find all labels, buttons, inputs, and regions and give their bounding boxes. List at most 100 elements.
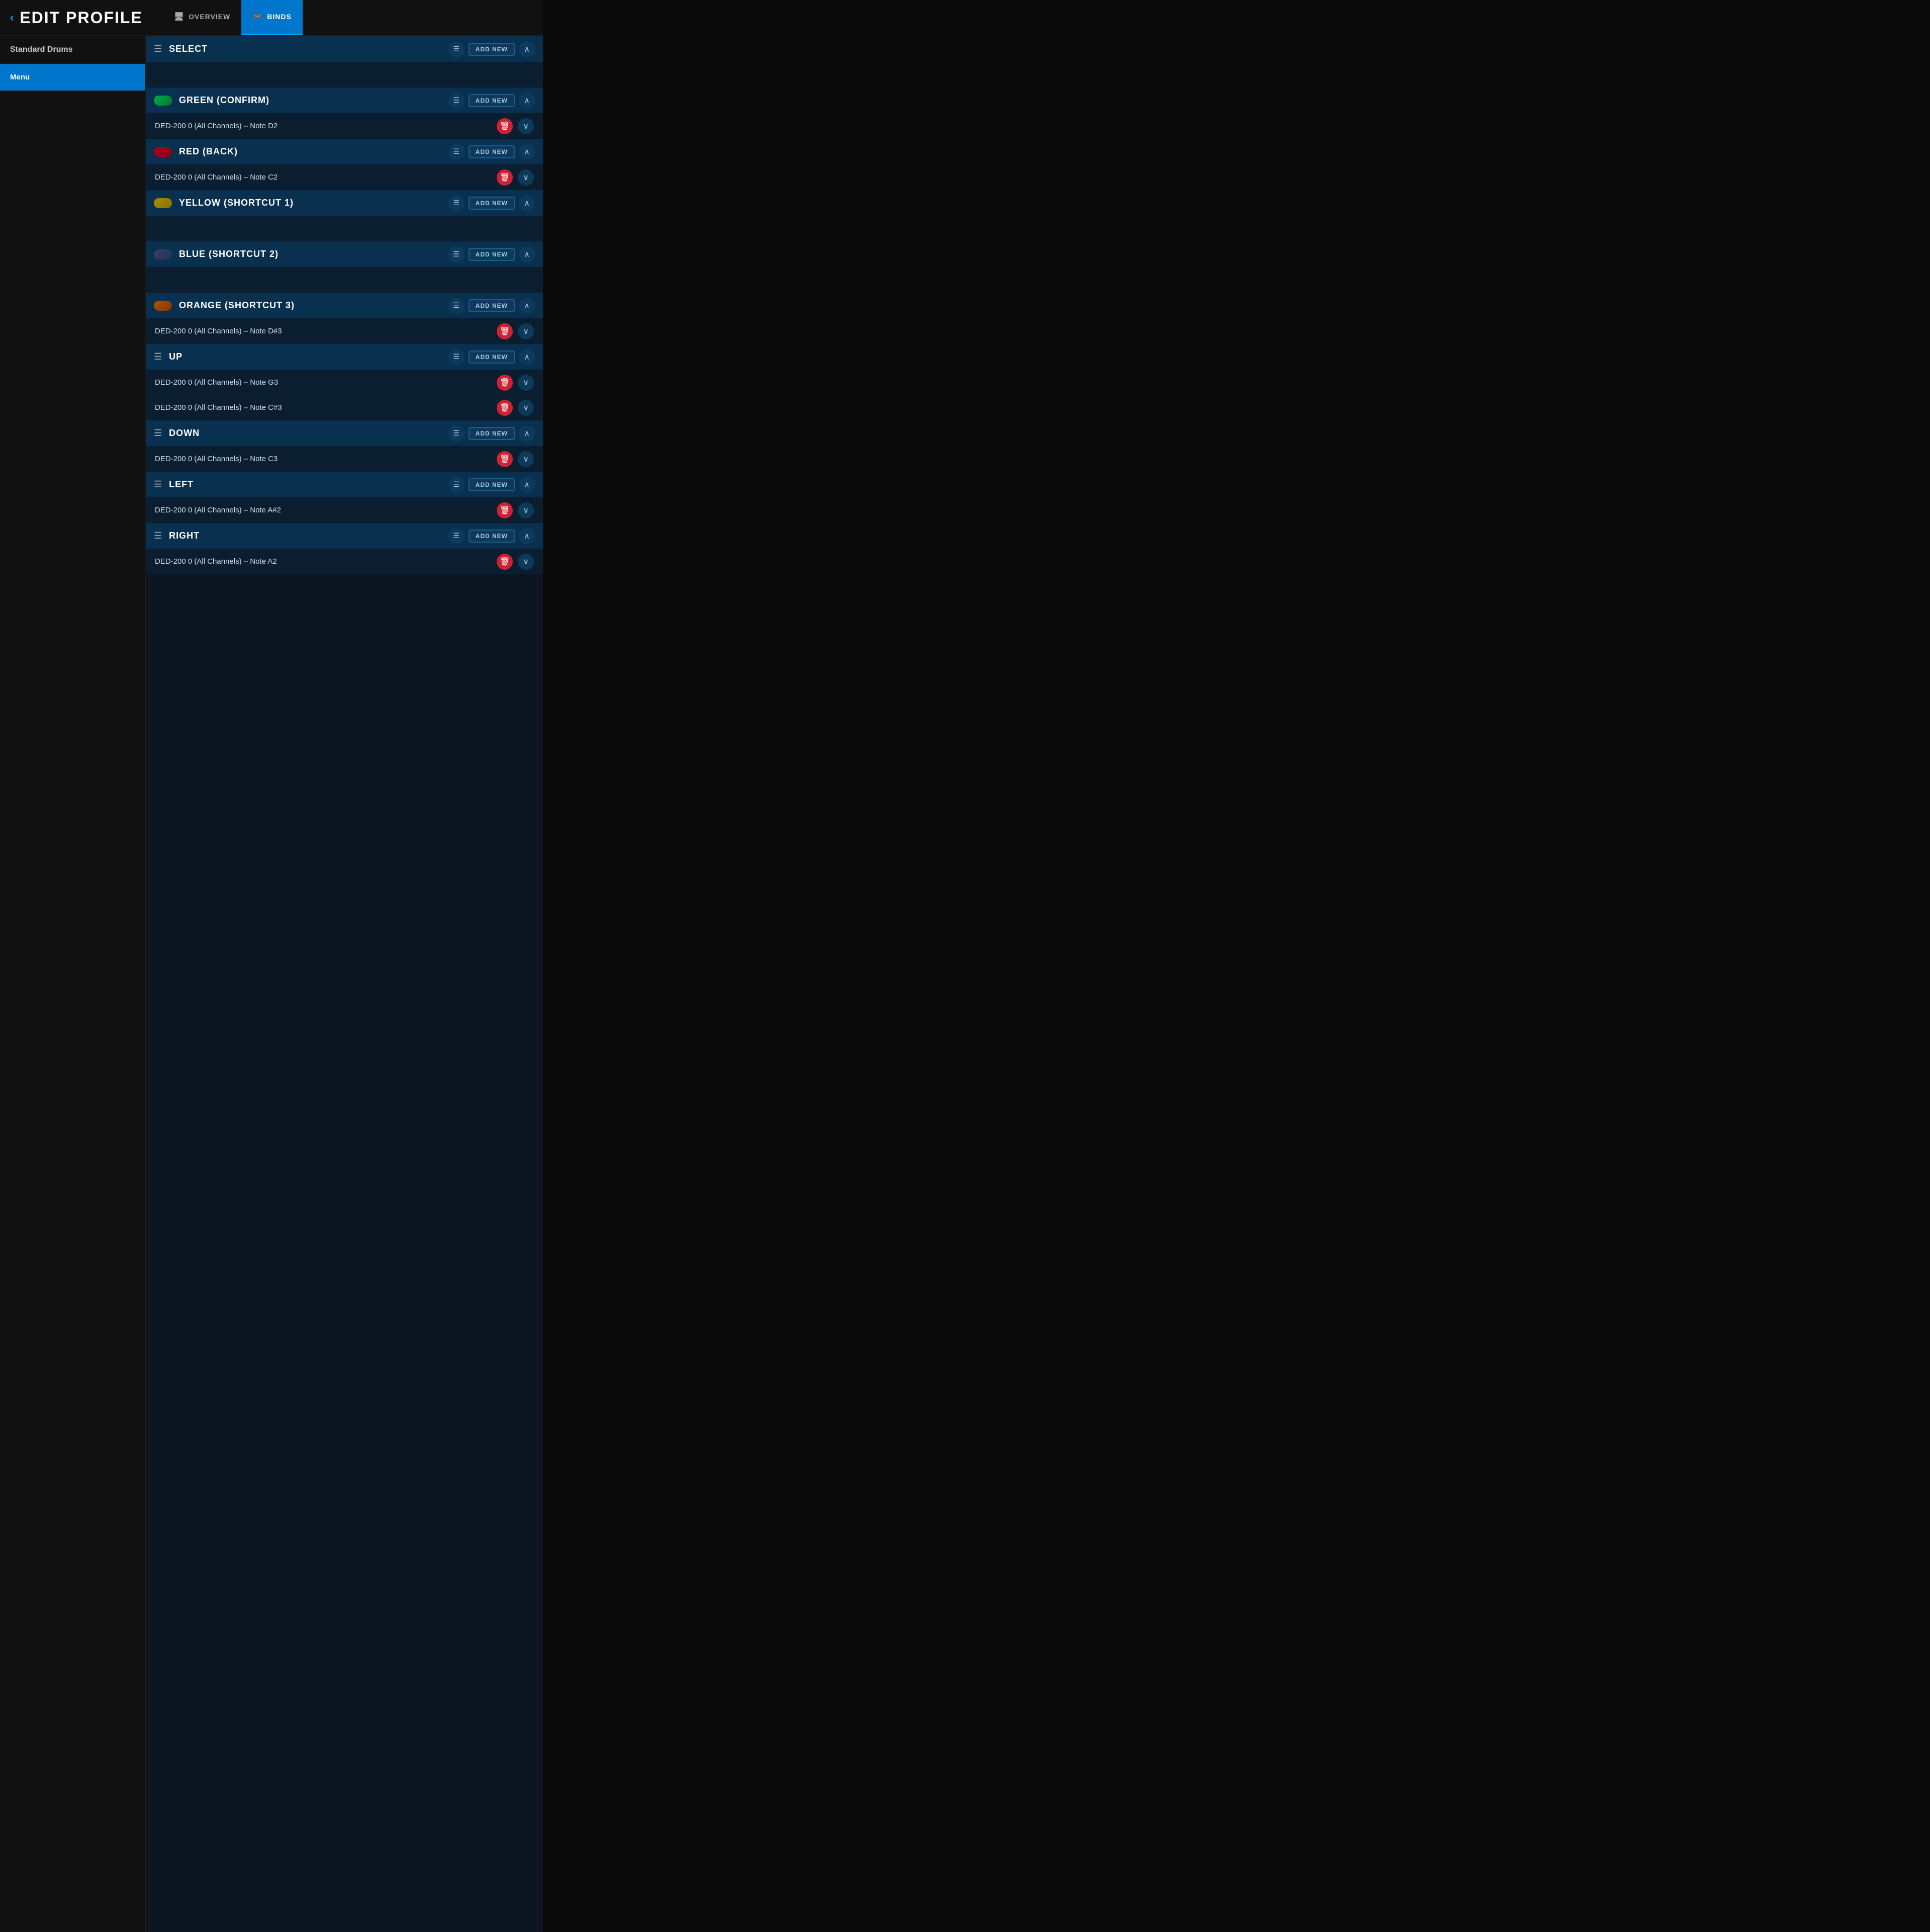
monitor-icon: 🖥 — [174, 12, 185, 22]
sidebar-item-menu[interactable]: Menu — [0, 64, 145, 91]
section-icon-blue-shortcut2 — [154, 249, 172, 259]
collapse-button-up[interactable]: ∧ — [519, 349, 535, 365]
controller-icon: 🎮 — [252, 12, 263, 22]
bind-label-green-confirm-0: DED-200 0 (All Channels) – Note D2 — [155, 122, 492, 130]
section-green-confirm: GREEN (CONFIRM)☰ADD NEW∧DED-200 0 (All C… — [146, 87, 543, 139]
collapse-button-orange-shortcut3[interactable]: ∧ — [519, 298, 535, 314]
bind-row-down-0: DED-200 0 (All Channels) – Note C3 🗑 ∨ — [146, 447, 543, 472]
section-title-down: DOWN — [169, 428, 443, 438]
section-title-select: SELECT — [169, 44, 443, 54]
header: ‹ EDIT PROFILE 🖥 OVERVIEW 🎮 BINDS — [0, 0, 543, 36]
spacer-select — [146, 62, 543, 87]
bind-label-down-0: DED-200 0 (All Channels) – Note C3 — [155, 455, 492, 463]
bind-row-orange-shortcut3-0: DED-200 0 (All Channels) – Note D#3 🗑 ∨ — [146, 319, 543, 344]
grid-button-up[interactable]: ☰ — [448, 349, 465, 365]
tab-binds[interactable]: 🎮 BINDS — [241, 0, 302, 35]
grid-button-left[interactable]: ☰ — [448, 477, 465, 493]
section-down: ☰ DOWN ☰ ADD NEW ∧ DED-200 0 (All Channels) –… — [146, 420, 543, 472]
add-new-button-yellow-shortcut1[interactable]: ADD NEW — [469, 197, 515, 210]
expand-button-up-1[interactable]: ∨ — [518, 400, 534, 416]
delete-button-orange-shortcut3-0[interactable]: 🗑 — [497, 323, 513, 339]
section-title-blue-shortcut2: BLUE (SHORTCUT 2) — [179, 249, 443, 259]
grid-button-orange-shortcut3[interactable]: ☰ — [448, 298, 465, 314]
section-icon-green-confirm — [154, 96, 172, 106]
page-title: EDIT PROFILE — [20, 9, 142, 27]
collapse-button-green-confirm[interactable]: ∧ — [519, 93, 535, 109]
expand-button-red-back-0[interactable]: ∨ — [518, 169, 534, 186]
section-icon-down: ☰ — [154, 428, 162, 438]
delete-button-up-1[interactable]: 🗑 — [497, 400, 513, 416]
expand-button-up-0[interactable]: ∨ — [518, 375, 534, 391]
section-header-up: ☰ UP ☰ ADD NEW ∧ — [146, 344, 543, 370]
expand-button-down-0[interactable]: ∨ — [518, 451, 534, 467]
section-icon-left: ☰ — [154, 479, 162, 490]
nav-tabs: 🖥 OVERVIEW 🎮 BINDS — [163, 0, 303, 35]
collapse-button-select[interactable]: ∧ — [519, 41, 535, 57]
expand-button-left-0[interactable]: ∨ — [518, 502, 534, 518]
add-new-button-orange-shortcut3[interactable]: ADD NEW — [469, 299, 515, 312]
expand-button-green-confirm-0[interactable]: ∨ — [518, 118, 534, 134]
back-button[interactable]: ‹ — [10, 11, 14, 24]
tab-binds-label: BINDS — [267, 13, 292, 21]
add-new-button-green-confirm[interactable]: ADD NEW — [469, 94, 515, 107]
collapse-button-blue-shortcut2[interactable]: ∧ — [519, 246, 535, 262]
grid-button-blue-shortcut2[interactable]: ☰ — [448, 246, 465, 262]
section-red-back: RED (BACK)☰ADD NEW∧DED-200 0 (All Channe… — [146, 139, 543, 190]
add-new-button-red-back[interactable]: ADD NEW — [469, 145, 515, 158]
expand-button-orange-shortcut3-0[interactable]: ∨ — [518, 323, 534, 339]
section-title-right: RIGHT — [169, 531, 443, 541]
section-header-left: ☰ LEFT ☰ ADD NEW ∧ — [146, 472, 543, 498]
collapse-button-yellow-shortcut1[interactable]: ∧ — [519, 195, 535, 211]
section-title-up: UP — [169, 352, 443, 362]
grid-button-green-confirm[interactable]: ☰ — [448, 93, 465, 109]
delete-button-red-back-0[interactable]: 🗑 — [497, 169, 513, 186]
add-new-button-right[interactable]: ADD NEW — [469, 530, 515, 543]
delete-button-down-0[interactable]: 🗑 — [497, 451, 513, 467]
section-icon-up: ☰ — [154, 352, 162, 362]
section-icon-yellow-shortcut1 — [154, 198, 172, 208]
section-left: ☰ LEFT ☰ ADD NEW ∧ DED-200 0 (All Channels) –… — [146, 472, 543, 523]
content-area: ☰SELECT☰ADD NEW∧GREEN (CONFIRM)☰ADD NEW∧… — [146, 36, 543, 1932]
collapse-button-red-back[interactable]: ∧ — [519, 144, 535, 160]
section-icon-select: ☰ — [154, 44, 162, 54]
delete-button-left-0[interactable]: 🗑 — [497, 502, 513, 518]
delete-button-green-confirm-0[interactable]: 🗑 — [497, 118, 513, 134]
section-icon-right: ☰ — [154, 531, 162, 541]
tab-overview-label: OVERVIEW — [189, 13, 230, 21]
delete-button-up-0[interactable]: 🗑 — [497, 375, 513, 391]
grid-button-red-back[interactable]: ☰ — [448, 144, 465, 160]
section-right: ☰RIGHT☰ADD NEW∧DED-200 0 (All Channels) … — [146, 523, 543, 574]
section-orange-shortcut3: ORANGE (SHORTCUT 3)☰ADD NEW∧DED-200 0 (A… — [146, 293, 543, 344]
bind-label-left-0: DED-200 0 (All Channels) – Note A#2 — [155, 506, 492, 514]
delete-button-right-0[interactable]: 🗑 — [497, 554, 513, 570]
add-new-button-down[interactable]: ADD NEW — [469, 427, 515, 440]
grid-button-right[interactable]: ☰ — [448, 528, 465, 544]
sidebar: Standard Drums Menu — [0, 36, 146, 1932]
bind-row-right-0: DED-200 0 (All Channels) – Note A2🗑∨ — [146, 549, 543, 574]
add-new-button-select[interactable]: ADD NEW — [469, 43, 515, 56]
bind-label-up-1: DED-200 0 (All Channels) – Note C#3 — [155, 403, 492, 412]
collapse-button-down[interactable]: ∧ — [519, 425, 535, 442]
section-header-down: ☰ DOWN ☰ ADD NEW ∧ — [146, 420, 543, 447]
expand-button-right-0[interactable]: ∨ — [518, 554, 534, 570]
bind-row-left-0: DED-200 0 (All Channels) – Note A#2 🗑 ∨ — [146, 498, 543, 523]
add-new-button-blue-shortcut2[interactable]: ADD NEW — [469, 248, 515, 261]
section-yellow-shortcut1: YELLOW (SHORTCUT 1) ☰ ADD NEW ∧ — [146, 190, 543, 241]
bind-label-orange-shortcut3-0: DED-200 0 (All Channels) – Note D#3 — [155, 327, 492, 335]
sidebar-item-standard-drums[interactable]: Standard Drums — [0, 36, 145, 64]
bind-row-green-confirm-0: DED-200 0 (All Channels) – Note D2 🗑 ∨ — [146, 114, 543, 139]
tab-overview[interactable]: 🖥 OVERVIEW — [163, 0, 242, 35]
add-new-button-up[interactable]: ADD NEW — [469, 350, 515, 364]
bind-row-red-back-0: DED-200 0 (All Channels) – Note C2🗑∨ — [146, 165, 543, 190]
section-title-left: LEFT — [169, 479, 443, 490]
grid-button-down[interactable]: ☰ — [448, 425, 465, 442]
bind-row-up-1: DED-200 0 (All Channels) – Note C#3 🗑 ∨ — [146, 395, 543, 420]
section-title-yellow-shortcut1: YELLOW (SHORTCUT 1) — [179, 198, 443, 208]
add-new-button-left[interactable]: ADD NEW — [469, 478, 515, 491]
collapse-button-right[interactable]: ∧ — [519, 528, 535, 544]
section-header-select: ☰ SELECT ☰ ADD NEW ∧ — [146, 36, 543, 62]
collapse-button-left[interactable]: ∧ — [519, 477, 535, 493]
grid-button-select[interactable]: ☰ — [448, 41, 465, 57]
main-layout: Standard Drums Menu ☰SELECT☰ADD NEW∧GREE… — [0, 36, 543, 1932]
grid-button-yellow-shortcut1[interactable]: ☰ — [448, 195, 465, 211]
